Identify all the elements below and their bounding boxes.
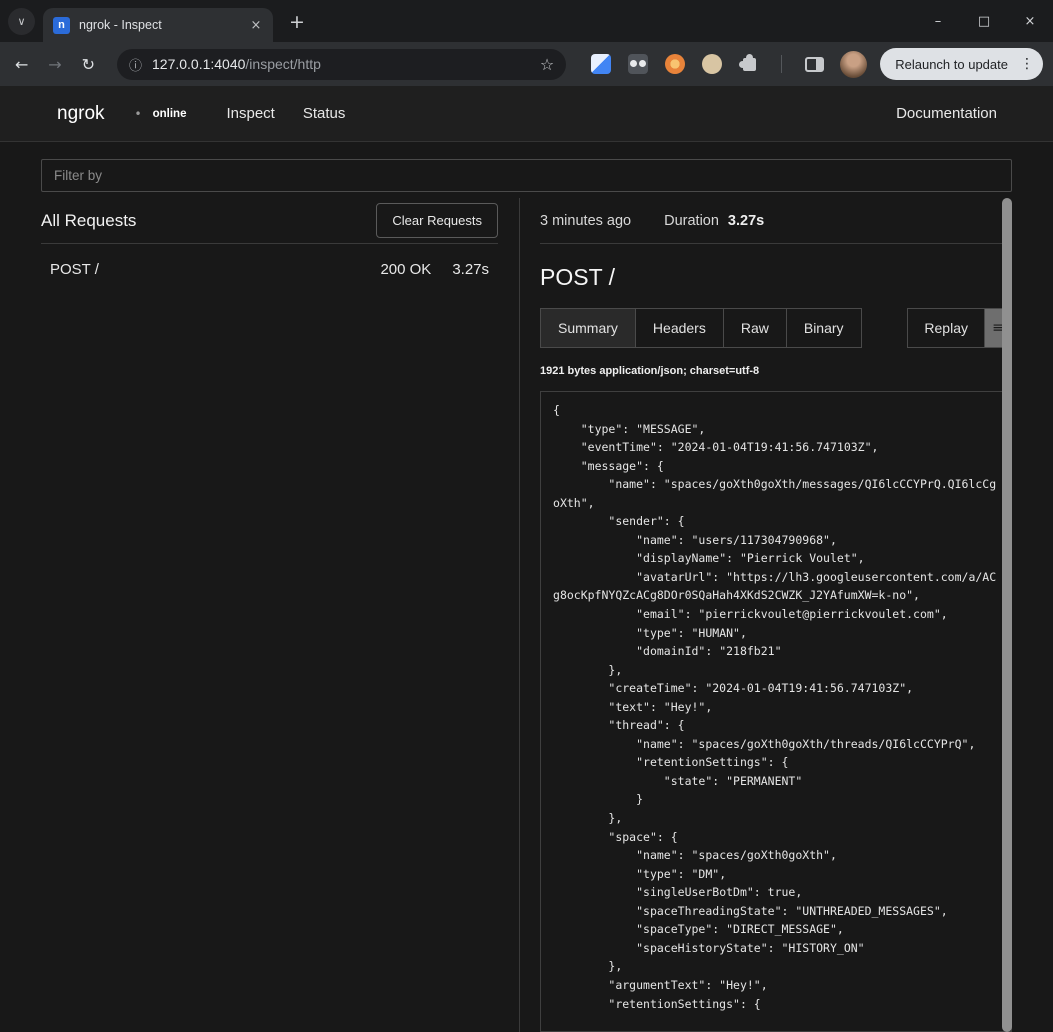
- tab-raw[interactable]: Raw: [723, 308, 787, 348]
- extensions-puzzle-icon[interactable]: [738, 53, 760, 75]
- filter-input[interactable]: [41, 159, 1012, 192]
- side-panel-icon[interactable]: [803, 53, 825, 75]
- request-method-path: POST /: [50, 261, 99, 278]
- online-status-dot: •: [135, 107, 142, 121]
- window-controls: – □ ×: [915, 0, 1053, 42]
- clear-requests-button[interactable]: Clear Requests: [376, 203, 498, 238]
- detail-meta-row: 3 minutes ago Duration 3.27s: [540, 198, 1012, 244]
- request-duration: 3.27s: [452, 261, 489, 278]
- response-body-json: { "type": "MESSAGE", "eventTime": "2024-…: [553, 401, 999, 1013]
- url-text: 127.0.0.1:4040/inspect/http: [152, 56, 321, 72]
- ngrok-body: All Requests Clear Requests POST / 200 O…: [0, 142, 1053, 1032]
- replay-button[interactable]: Replay: [907, 308, 985, 348]
- browser-menu-kebab-icon[interactable]: ⋮: [1015, 56, 1039, 72]
- extension-icon-goggles[interactable]: [627, 53, 649, 75]
- detail-panel: 3 minutes ago Duration 3.27s POST / Summ…: [540, 198, 1012, 1032]
- tab-close-icon[interactable]: ×: [247, 16, 265, 34]
- url-host: 127.0.0.1:4040: [152, 56, 245, 72]
- tab-search-button[interactable]: ∨: [8, 8, 35, 35]
- ngrok-logo[interactable]: ngrok: [57, 103, 105, 125]
- relaunch-label: Relaunch to update: [895, 57, 1008, 72]
- detail-scrollbar[interactable]: [1002, 198, 1012, 1032]
- time-ago: 3 minutes ago: [540, 213, 631, 229]
- requests-header: All Requests Clear Requests: [41, 198, 498, 244]
- relaunch-update-button[interactable]: Relaunch to update ⋮: [880, 48, 1043, 80]
- back-icon[interactable]: ←: [7, 48, 36, 80]
- extension-icon-blue[interactable]: [590, 53, 612, 75]
- request-row[interactable]: POST / 200 OK 3.27s: [41, 244, 498, 278]
- request-status: 200 OK: [380, 261, 431, 278]
- requests-panel: All Requests Clear Requests POST / 200 O…: [41, 198, 498, 1032]
- toolbar-divider: [781, 55, 782, 73]
- detail-title: POST /: [540, 264, 1012, 291]
- requests-title: All Requests: [41, 211, 136, 231]
- nav-item-documentation[interactable]: Documentation: [896, 105, 997, 122]
- address-bar[interactable]: ⓘ 127.0.0.1:4040/inspect/http ☆: [117, 49, 566, 80]
- response-body-block: { "type": "MESSAGE", "eventTime": "2024-…: [540, 391, 1012, 1032]
- online-status-label: online: [153, 108, 187, 120]
- duration-value: 3.27s: [728, 213, 764, 229]
- url-path: /inspect/http: [245, 56, 321, 72]
- nav-item-status[interactable]: Status: [303, 105, 346, 122]
- bookmark-star-icon[interactable]: ☆: [540, 55, 554, 74]
- extensions-area: [590, 51, 867, 78]
- page-info-icon[interactable]: ⓘ: [129, 55, 142, 74]
- maximize-icon[interactable]: □: [961, 0, 1007, 42]
- browser-toolbar: ← → ↻ ⓘ 127.0.0.1:4040/inspect/http ☆ Re…: [0, 42, 1053, 86]
- profile-avatar[interactable]: [840, 51, 867, 78]
- panes: All Requests Clear Requests POST / 200 O…: [41, 198, 1012, 1032]
- duration-label: Duration: [664, 213, 719, 229]
- minimize-icon[interactable]: –: [915, 0, 961, 42]
- replay-group: Replay ≡: [907, 308, 1012, 348]
- extension-icon-orange[interactable]: [664, 53, 686, 75]
- ngrok-favicon-icon: n: [53, 17, 70, 34]
- tab-binary[interactable]: Binary: [786, 308, 862, 348]
- tab-headers[interactable]: Headers: [635, 308, 724, 348]
- new-tab-button[interactable]: +: [289, 11, 305, 33]
- tab-summary[interactable]: Summary: [540, 308, 636, 348]
- forward-icon[interactable]: →: [40, 48, 69, 80]
- ngrok-header: ngrok • online Inspect Status Documentat…: [0, 86, 1053, 142]
- reload-icon[interactable]: ↻: [74, 48, 103, 80]
- pane-divider: [519, 198, 520, 1032]
- extension-icon-tan[interactable]: [701, 53, 723, 75]
- tab-title: ngrok - Inspect: [79, 18, 247, 32]
- content-meta: 1921 bytes application/json; charset=utf…: [540, 365, 1012, 377]
- nav-item-inspect[interactable]: Inspect: [226, 105, 274, 122]
- detail-tabs: Summary Headers Raw Binary Replay ≡: [540, 308, 1012, 348]
- close-icon[interactable]: ×: [1007, 0, 1053, 42]
- browser-titlebar: ∨ n ngrok - Inspect × + – □ ×: [0, 0, 1053, 42]
- browser-tab[interactable]: n ngrok - Inspect ×: [43, 8, 273, 42]
